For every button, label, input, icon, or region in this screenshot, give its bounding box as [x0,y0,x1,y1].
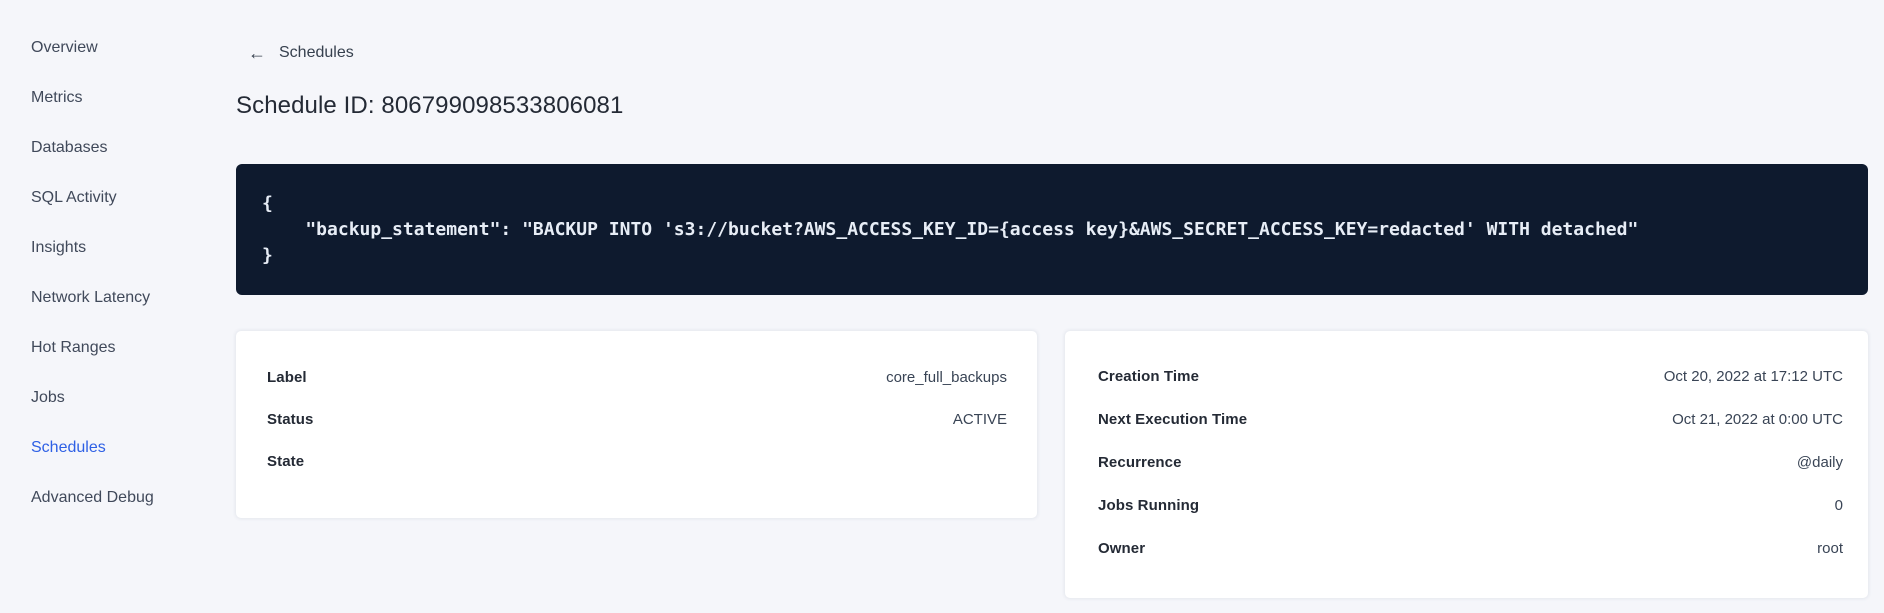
sidebar-item-overview[interactable]: Overview [31,36,236,60]
back-link-label: Schedules [279,44,354,61]
detail-row-owner: Owner root [1098,533,1843,563]
back-to-schedules-link[interactable]: ← Schedules [236,43,354,63]
row-label: Creation Time [1098,367,1200,385]
sidebar-item-insights[interactable]: Insights [31,236,236,260]
row-value: Oct 21, 2022 at 0:00 UTC [1672,410,1843,428]
sidebar-item-schedules[interactable]: Schedules [31,436,236,460]
detail-row-state: State [267,446,1007,476]
sidebar-item-hot-ranges[interactable]: Hot Ranges [31,336,236,360]
schedule-details-card: Label core_full_backups Status ACTIVE St… [236,331,1037,518]
main-content: ← Schedules Schedule ID: 806799098533806… [236,0,1868,598]
sidebar-item-metrics[interactable]: Metrics [31,86,236,110]
detail-row-creation-time: Creation Time Oct 20, 2022 at 17:12 UTC [1098,361,1843,391]
row-value: @daily [1796,453,1843,471]
row-value: ACTIVE [952,410,1007,428]
schedule-timing-card: Creation Time Oct 20, 2022 at 17:12 UTC … [1065,331,1868,598]
detail-row-label: Label core_full_backups [267,362,1007,392]
row-label: Recurrence [1098,453,1182,471]
page-title: Schedule ID: 806799098533806081 [236,92,624,119]
schedule-definition-code: { "backup_statement": "BACKUP INTO 's3:/… [236,164,1868,295]
sidebar-item-sql-activity[interactable]: SQL Activity [31,186,236,210]
sidebar: Overview Metrics Databases SQL Activity … [0,0,236,613]
detail-row-recurrence: Recurrence @daily [1098,447,1843,477]
code-line: "backup_statement": "BACKUP INTO 's3://b… [262,219,1639,240]
row-value: 0 [1834,496,1843,514]
sidebar-item-databases[interactable]: Databases [31,136,236,160]
summary-cards-row: Label core_full_backups Status ACTIVE St… [236,331,1868,598]
detail-row-status: Status ACTIVE [267,404,1007,434]
back-arrow-icon: ← [248,43,266,63]
code-line: { [262,193,273,214]
row-value: Oct 20, 2022 at 17:12 UTC [1663,367,1843,385]
row-label: Jobs Running [1098,496,1200,514]
detail-row-next-execution-time: Next Execution Time Oct 21, 2022 at 0:00… [1098,404,1843,434]
sidebar-item-jobs[interactable]: Jobs [31,386,236,410]
row-value: core_full_backups [886,368,1007,386]
row-label: Status [267,410,314,428]
row-label: Next Execution Time [1098,410,1248,428]
sidebar-item-network-latency[interactable]: Network Latency [31,286,236,310]
row-label: State [267,452,305,470]
code-line: } [262,245,273,266]
row-label: Owner [1098,539,1146,557]
sidebar-item-advanced-debug[interactable]: Advanced Debug [31,486,236,510]
row-label: Label [267,368,307,386]
detail-row-jobs-running: Jobs Running 0 [1098,490,1843,520]
row-value: root [1817,539,1843,557]
